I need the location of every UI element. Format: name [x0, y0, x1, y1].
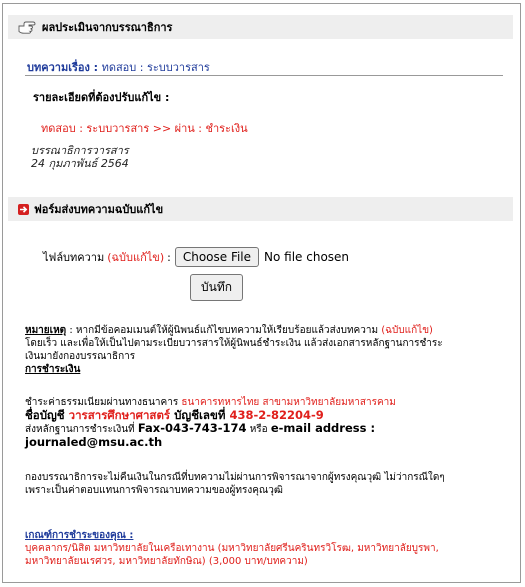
note-text-2: โดยเร็ว และเพื่อให้เป็นไปตามระเบียบวารสา… [25, 338, 443, 349]
file-label: ไฟล์บทความ [43, 251, 105, 264]
pay-bank: ธนาคารทหารไทย สาขามหาวิทยาลัยมหาสารคาม [181, 397, 396, 408]
note-text-paren: (ฉบับแก้ไข) [381, 325, 433, 336]
no-file-text: No file chosen [264, 250, 350, 264]
refund-line-2: เพราะเป็นค่าตอบแทนการพิจารณาบทความของผู้… [25, 485, 283, 496]
file-label-paren: (ฉบับแก้ไข) [107, 251, 165, 264]
details-label: รายละเอียดที่ต้องปรับแก้ไข : [33, 91, 170, 104]
submission-header-title: ฟอร์มส่งบทความฉบับแก้ไข [34, 203, 164, 216]
save-button[interactable]: บันทึก [190, 274, 243, 301]
editor-role: บรรณาธิการวารสาร [31, 144, 129, 157]
arrow-right-icon [18, 203, 29, 215]
criteria-line-1: บุคคลากร/นิสิต มหาวิทยาลัยในเครือเทางาน … [25, 543, 439, 554]
details-text: ทดสอบ : ระบบวารสาร >> ผ่าน : ชำระเงิน [41, 122, 248, 135]
note-text-1: : หากมีข้อคอมเมนต์ให้ผู้นิพนธ์แก้ไขบทควา… [66, 325, 382, 336]
account-no-label: บัญชีเลขที่ [170, 408, 230, 422]
criteria-line-2: มหาวิทยาลัยนเรศวร, มหาวิทยาลัยทักษิณ) (3… [25, 556, 308, 567]
fax-number: Fax-043-743-174 [137, 421, 247, 435]
payment-heading: การชำระเงิน [25, 364, 81, 375]
file-label-colon: : [167, 250, 171, 264]
note-label: หมายเหตุ [25, 325, 67, 336]
page-frame: ผลประเมินจากบรรณาธิการ บทความเรื่อง : ทด… [2, 3, 521, 583]
account-name-label: ชื่อบัญชี [25, 408, 69, 422]
pay-line-1a: ชำระค่าธรรมเนียมผ่านทางธนาคาร [25, 397, 182, 408]
submission-header: ฟอร์มส่งบทความฉบับแก้ไข [8, 197, 513, 221]
proof-line-a: ส่งหลักฐานการชำระเงินที่ [25, 424, 138, 435]
save-button-wrap: บันทึก [190, 274, 243, 301]
criteria-block: เกณฑ์การชำระของคุณ : บุคคลากร/นิสิต มหาว… [25, 529, 510, 568]
article-title: ทดสอบ : ระบบวารสาร [101, 61, 210, 74]
refund-line-1: กองบรรณาธิการจะไม่คืนเงินในกรณีที่บทความ… [25, 472, 445, 483]
evaluation-header: ผลประเมินจากบรรณาธิการ [8, 15, 513, 39]
editor-date: 24 กุมภาพันธ์ 2564 [31, 157, 129, 170]
criteria-heading: เกณฑ์การชำระของคุณ : [25, 530, 134, 541]
file-upload-row: ไฟล์บทความ (ฉบับแก้ไข) : Choose File No … [43, 247, 349, 267]
remarks-block: หมายเหตุ : หากมีข้อคอมเมนต์ให้ผู้นิพนธ์แ… [25, 324, 510, 376]
divider [25, 75, 503, 76]
account-name: วารสารศึกษาศาสตร์ [68, 408, 171, 422]
article-label: บทความเรื่อง : [27, 61, 99, 74]
evaluation-header-title: ผลประเมินจากบรรณาธิการ [42, 21, 173, 34]
account-no: 438-2-82204-9 [229, 408, 324, 422]
email-address: journaled@msu.ac.th [25, 435, 163, 449]
pointing-hand-icon [18, 20, 36, 34]
editor-signature: บรรณาธิการวารสาร 24 กุมภาพันธ์ 2564 [31, 144, 129, 170]
email-label: e-mail address : [270, 421, 376, 435]
choose-file-button[interactable]: Choose File [174, 247, 260, 267]
note-text-3: เงินมายังกองบรรณาธิการ [25, 351, 136, 362]
proof-or: หรือ [246, 424, 271, 435]
payment-block: ชำระค่าธรรมเนียมผ่านทางธนาคาร ธนาคารทหาร… [25, 396, 510, 449]
article-title-line: บทความเรื่อง : ทดสอบ : ระบบวารสาร [27, 58, 210, 76]
refund-block: กองบรรณาธิการจะไม่คืนเงินในกรณีที่บทความ… [25, 471, 510, 497]
